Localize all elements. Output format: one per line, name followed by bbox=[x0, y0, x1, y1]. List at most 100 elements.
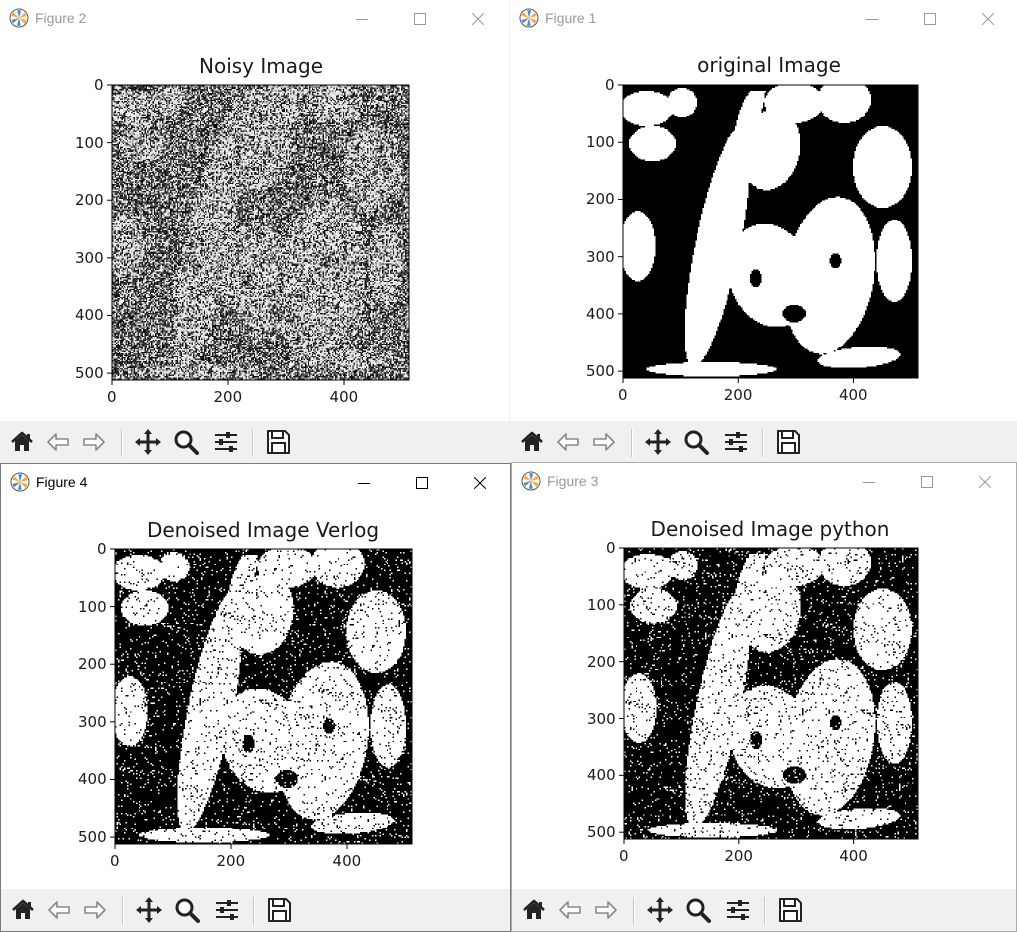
y-tick-label: 300 bbox=[587, 709, 616, 728]
back-arrow-button[interactable] bbox=[42, 426, 74, 458]
maximize-button[interactable] bbox=[907, 0, 953, 38]
forward-arrow-button[interactable] bbox=[79, 894, 111, 926]
pan-icon bbox=[645, 429, 671, 455]
forward-arrow-icon bbox=[83, 433, 105, 451]
y-tick-label: 100 bbox=[78, 597, 107, 616]
minimize-button[interactable] bbox=[341, 464, 387, 502]
minimize-button[interactable] bbox=[846, 463, 892, 501]
configure-subplots-icon bbox=[215, 432, 237, 452]
configure-subplots-icon bbox=[727, 900, 749, 920]
maximize-icon bbox=[416, 477, 428, 489]
save-icon bbox=[268, 898, 291, 922]
y-tick-label: 500 bbox=[586, 362, 615, 381]
x-tick-label: 0 bbox=[110, 852, 120, 870]
back-arrow-button[interactable] bbox=[43, 894, 75, 926]
pan-button[interactable] bbox=[644, 894, 676, 926]
y-tick-label: 400 bbox=[75, 306, 104, 325]
toolbar-separator bbox=[121, 429, 123, 457]
matplotlib-logo-icon bbox=[10, 472, 30, 492]
home-icon bbox=[523, 899, 545, 919]
axes-spine bbox=[114, 548, 413, 845]
forward-arrow-button[interactable] bbox=[590, 894, 622, 926]
close-button[interactable] bbox=[965, 0, 1011, 38]
save-button[interactable] bbox=[263, 894, 295, 926]
y-tick-label: 100 bbox=[587, 595, 616, 614]
y-tick-label: 200 bbox=[78, 655, 107, 674]
x-tick-label: 200 bbox=[213, 388, 243, 406]
home-button[interactable] bbox=[6, 426, 38, 458]
configure-subplots-icon bbox=[216, 900, 238, 920]
zoom-button[interactable] bbox=[682, 894, 714, 926]
back-arrow-icon bbox=[557, 433, 579, 451]
back-arrow-button[interactable] bbox=[554, 894, 586, 926]
y-tick-label: 300 bbox=[78, 712, 107, 731]
title-bar[interactable]: Figure 1 bbox=[510, 0, 1017, 38]
maximize-button[interactable] bbox=[904, 463, 950, 501]
save-button[interactable] bbox=[772, 426, 804, 458]
maximize-icon bbox=[414, 13, 426, 25]
forward-arrow-button[interactable] bbox=[78, 426, 110, 458]
y-tick-label: 500 bbox=[587, 823, 616, 842]
save-button[interactable] bbox=[262, 426, 294, 458]
back-arrow-button[interactable] bbox=[552, 426, 584, 458]
minimize-icon bbox=[866, 19, 878, 20]
toolbar-separator bbox=[762, 429, 764, 457]
pan-button[interactable] bbox=[132, 426, 164, 458]
x-tick-label: 400 bbox=[329, 388, 359, 406]
x-tick-label: 200 bbox=[723, 386, 753, 404]
minimize-button[interactable] bbox=[849, 0, 895, 38]
x-tick-label: 400 bbox=[839, 847, 868, 865]
pan-button[interactable] bbox=[133, 894, 165, 926]
zoom-button[interactable] bbox=[171, 894, 203, 926]
minimize-button[interactable] bbox=[339, 0, 385, 38]
toolbar-separator bbox=[631, 429, 633, 457]
axes-spine bbox=[111, 84, 410, 381]
y-tick-label: 300 bbox=[75, 248, 104, 267]
title-bar[interactable]: Figure 4 bbox=[1, 464, 510, 502]
x-tick-label: 0 bbox=[619, 847, 629, 865]
x-tick-label: 0 bbox=[107, 388, 117, 406]
zoom-button[interactable] bbox=[170, 426, 202, 458]
pan-icon bbox=[135, 429, 161, 455]
title-bar[interactable]: Figure 3 bbox=[512, 463, 1016, 501]
zoom-button[interactable] bbox=[680, 426, 712, 458]
matplotlib-logo-icon bbox=[519, 8, 539, 28]
pan-button[interactable] bbox=[642, 426, 674, 458]
axes-spine bbox=[622, 84, 919, 379]
title-bar[interactable]: Figure 2 bbox=[0, 0, 509, 38]
figure-2-window[interactable]: Figure 2 Noisy Image 0 200 400 0 100 200 300 40… bbox=[0, 0, 509, 463]
maximize-button[interactable] bbox=[399, 464, 445, 502]
back-arrow-icon bbox=[48, 901, 70, 919]
figure-4-window[interactable]: Figure 4 Denoised Image Verlog 0 200 400 0 1… bbox=[0, 463, 511, 932]
y-tick-label: 400 bbox=[78, 770, 107, 789]
home-icon bbox=[521, 431, 543, 451]
maximize-button[interactable] bbox=[397, 0, 443, 38]
minimize-icon bbox=[358, 483, 370, 484]
toolbar-separator bbox=[252, 429, 254, 457]
close-button[interactable] bbox=[962, 463, 1008, 501]
save-button[interactable] bbox=[774, 894, 806, 926]
home-button[interactable] bbox=[518, 894, 550, 926]
home-button[interactable] bbox=[7, 894, 39, 926]
configure-subplots-button[interactable] bbox=[720, 426, 752, 458]
zoom-icon bbox=[684, 430, 709, 455]
toolbar-separator bbox=[764, 897, 766, 925]
close-icon bbox=[474, 477, 486, 489]
pan-icon bbox=[136, 897, 162, 923]
forward-arrow-button[interactable] bbox=[588, 426, 620, 458]
zoom-icon bbox=[174, 430, 199, 455]
navigation-toolbar bbox=[510, 421, 1017, 463]
close-button[interactable] bbox=[455, 0, 501, 38]
configure-subplots-button[interactable] bbox=[210, 426, 242, 458]
y-tick-label: 500 bbox=[75, 364, 104, 383]
figure-1-window[interactable]: Figure 1 original Image 0 200 400 0 100 200 30… bbox=[510, 0, 1017, 463]
configure-subplots-button[interactable] bbox=[211, 894, 243, 926]
plot-title: original Image bbox=[697, 53, 841, 77]
home-button[interactable] bbox=[516, 426, 548, 458]
navigation-toolbar bbox=[0, 421, 509, 463]
zoom-icon bbox=[175, 898, 200, 923]
figure-3-window[interactable]: Figure 3 Denoised Image python 0 200 400 0 1… bbox=[511, 462, 1017, 932]
configure-subplots-button[interactable] bbox=[722, 894, 754, 926]
close-icon bbox=[982, 13, 994, 25]
close-button[interactable] bbox=[457, 464, 503, 502]
